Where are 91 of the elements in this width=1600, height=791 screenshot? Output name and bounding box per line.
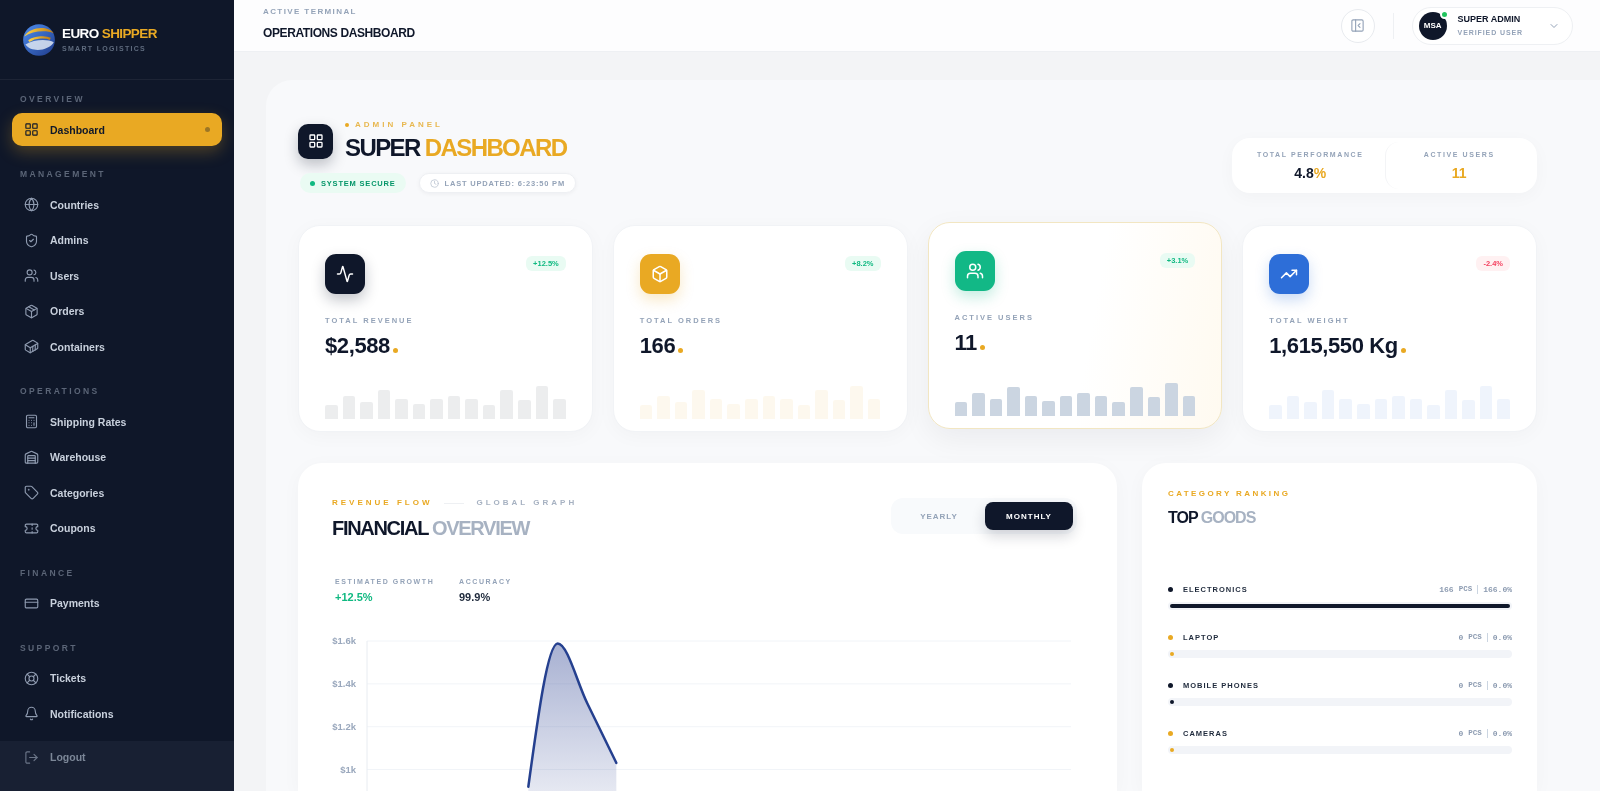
user-name: SUPER ADMIN xyxy=(1457,14,1522,25)
mini-bar xyxy=(1059,395,1073,416)
nav-item[interactable]: Payments xyxy=(12,586,222,620)
nav-item[interactable]: Tickets xyxy=(12,661,222,695)
card-eyebrow: REVENUE FLOW xyxy=(332,498,433,508)
mini-bar xyxy=(1182,395,1196,416)
tag-icon xyxy=(24,485,39,500)
mini-bar xyxy=(1147,396,1161,416)
active-dot-icon xyxy=(205,127,210,132)
axis-label: $1.2k xyxy=(332,721,356,732)
nav-item[interactable]: Shipping Rates xyxy=(12,405,222,438)
mini-bar xyxy=(989,398,1003,416)
nav-item[interactable]: Categories xyxy=(12,476,222,509)
dot-icon xyxy=(345,123,349,127)
nav-item[interactable]: Notifications xyxy=(12,697,222,730)
stat-value: 11 xyxy=(954,330,977,356)
warehouse-icon xyxy=(24,449,39,465)
section-title: OVERVIEW xyxy=(19,93,86,105)
metric-value: +12.5% xyxy=(335,590,374,604)
bell-icon xyxy=(24,706,39,721)
axis-label: $1.4k xyxy=(332,678,356,690)
metric-value: 99.9% xyxy=(459,590,492,604)
axis-label: $1k xyxy=(340,763,356,775)
mini-bar xyxy=(1024,395,1038,416)
category-count: 0 xyxy=(1458,728,1464,738)
nav-item[interactable]: Users xyxy=(12,259,222,292)
section-title: FINANCE xyxy=(19,566,76,579)
brand-name: EURO SHIPPER xyxy=(62,25,157,42)
header-title: OPERATIONS DASHBOARD xyxy=(263,25,415,41)
category-share: 0.0% xyxy=(1492,728,1512,738)
status-dot-icon xyxy=(310,180,315,186)
clock-icon xyxy=(429,178,439,188)
box-icon xyxy=(24,303,39,319)
ticket-icon xyxy=(24,520,39,536)
stat-value: 1,615,550 Kg xyxy=(1269,333,1398,359)
category-share: 0.0% xyxy=(1492,632,1512,642)
mini-bar xyxy=(1007,387,1020,416)
category-count: 0 xyxy=(1458,680,1464,690)
crate-icon xyxy=(24,339,39,354)
nav-item[interactable]: Coupons xyxy=(12,511,222,545)
mini-bar xyxy=(1042,400,1055,416)
card-title: FINANCIAL OVERVIEW xyxy=(332,516,531,540)
mini-bar xyxy=(1094,395,1108,416)
nav-item[interactable]: Admins xyxy=(12,223,222,257)
section-title: SUPPORT xyxy=(19,641,79,654)
mini-bar xyxy=(954,401,968,416)
lifebuoy-icon xyxy=(24,670,39,686)
grid-icon xyxy=(24,122,39,137)
category-count: 0 xyxy=(1458,632,1464,642)
users-icon xyxy=(24,268,39,283)
category-count: 166 xyxy=(1439,584,1454,594)
card-sub-eyebrow: GLOBAL GRAPH xyxy=(476,498,578,508)
dot-icon xyxy=(392,348,398,353)
globe-icon xyxy=(24,197,39,212)
mini-bar xyxy=(1077,392,1090,416)
page-title: SUPER DASHBOARD xyxy=(345,134,567,162)
credit-card-icon xyxy=(24,595,39,611)
category-share: 166.0% xyxy=(1483,584,1512,594)
nav-item[interactable]: Containers xyxy=(12,330,222,363)
axis-label: $1.6k xyxy=(332,635,356,647)
header-eyebrow: ACTIVE TERMINAL xyxy=(263,7,358,17)
summary-value: 11 xyxy=(1451,164,1467,182)
logo-icon xyxy=(22,22,56,57)
category-share: 0.0% xyxy=(1492,680,1512,690)
nav-item[interactable]: Warehouse xyxy=(12,440,222,474)
stat-value: $2,588 xyxy=(325,333,390,359)
range-tab[interactable]: MONTHLY xyxy=(985,502,1073,530)
stat-value: 166 xyxy=(639,333,676,359)
logout-icon xyxy=(24,749,39,765)
nav-item[interactable]: Countries xyxy=(12,188,222,221)
calculator-icon xyxy=(24,414,39,429)
mini-bar xyxy=(1165,383,1178,416)
card-title: TOP GOODS xyxy=(1168,508,1257,528)
section-title: OPERATIONS xyxy=(19,385,101,397)
mini-bar xyxy=(1112,401,1125,416)
avatar: MSA xyxy=(1418,11,1447,40)
nav-item[interactable]: Orders xyxy=(12,294,222,328)
dot-icon xyxy=(678,348,684,353)
mini-bar xyxy=(972,392,985,416)
collapse-sidebar-button[interactable] xyxy=(1340,8,1375,43)
mini-bar xyxy=(1129,387,1143,416)
hero-eyebrow: ADMIN PANEL xyxy=(355,120,443,130)
section-title: MANAGEMENT xyxy=(19,168,107,180)
shield-check-icon xyxy=(24,232,39,248)
dot-icon xyxy=(1400,348,1406,353)
dot-icon xyxy=(979,345,985,350)
nav-item[interactable]: Dashboard xyxy=(12,113,222,146)
grid-icon xyxy=(298,123,333,159)
panel-left-icon xyxy=(1350,18,1366,33)
summary-value: 4.8% xyxy=(1294,164,1327,182)
card-eyebrow: CATEGORY RANKING xyxy=(1168,489,1292,499)
